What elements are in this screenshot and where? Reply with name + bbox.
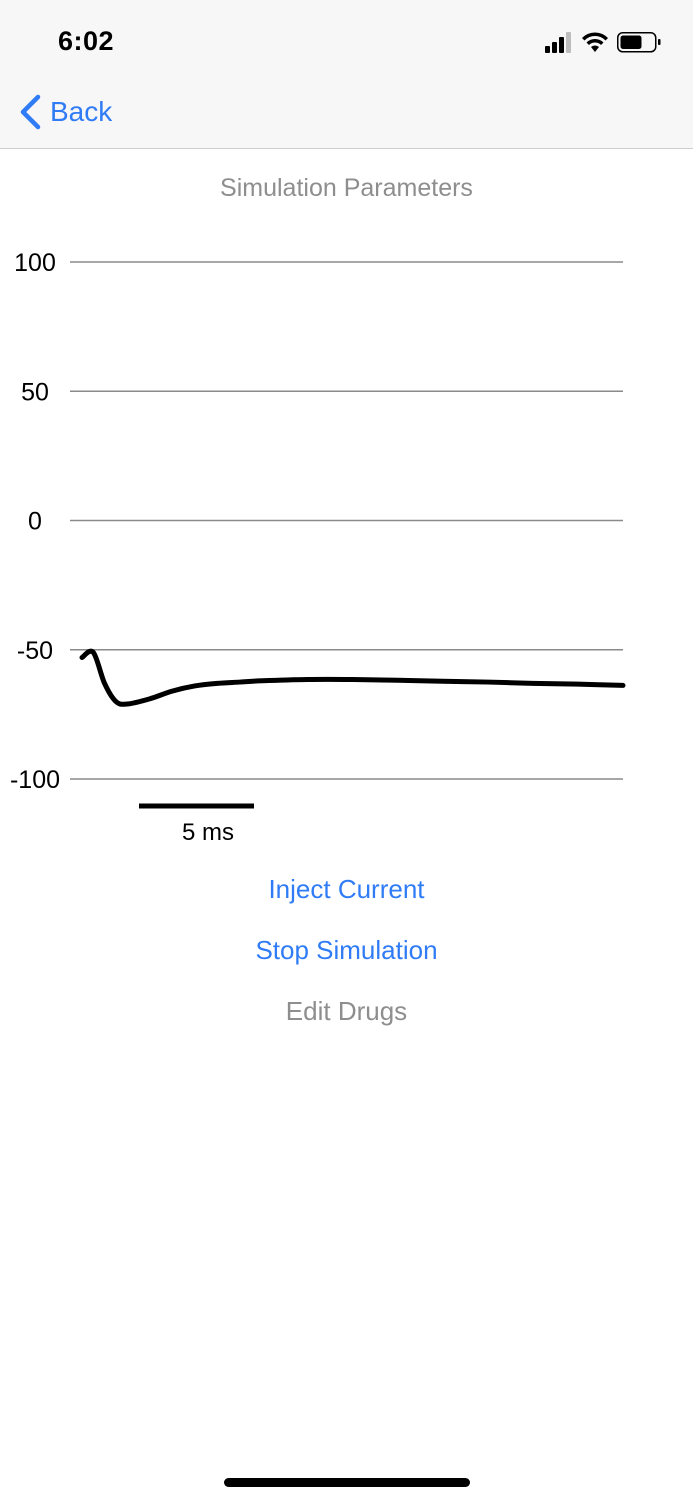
- membrane-potential-line: [79, 648, 626, 707]
- section-title: Simulation Parameters: [220, 174, 473, 202]
- battery-icon: [617, 32, 661, 53]
- scale-bar-label: 5 ms: [182, 819, 234, 846]
- stop-simulation-button[interactable]: Stop Simulation: [0, 935, 693, 966]
- cellular-signal-icon: [545, 32, 571, 53]
- status-time: 6:02: [58, 26, 115, 56]
- edit-drugs-button[interactable]: Edit Drugs: [0, 996, 693, 1027]
- y-tick-label: 100: [14, 249, 56, 277]
- y-tick-label: 50: [21, 378, 49, 406]
- status-icons: [545, 32, 661, 53]
- wifi-icon: [582, 32, 608, 52]
- y-tick-label: -100: [10, 766, 60, 794]
- screen: 6:02 Back Simulation Parameters 100 50 0…: [0, 0, 693, 1500]
- voltage-chart: 100 50 0 -50 -100 5 ms: [10, 249, 626, 846]
- chevron-left-icon: [20, 94, 41, 130]
- navigation-bar: 6:02 Back: [0, 0, 693, 149]
- chart-series: [79, 648, 626, 707]
- y-tick-label: 0: [28, 508, 42, 536]
- y-tick-label: -50: [17, 637, 53, 665]
- back-button[interactable]: Back: [18, 92, 112, 132]
- home-indicator: [224, 1478, 470, 1487]
- inject-current-button[interactable]: Inject Current: [0, 874, 693, 905]
- back-label: Back: [50, 96, 113, 127]
- y-tick-labels: 100 50 0 -50 -100: [10, 249, 60, 794]
- scale-bar: 5 ms: [139, 803, 254, 846]
- chart-grid: [70, 261, 623, 780]
